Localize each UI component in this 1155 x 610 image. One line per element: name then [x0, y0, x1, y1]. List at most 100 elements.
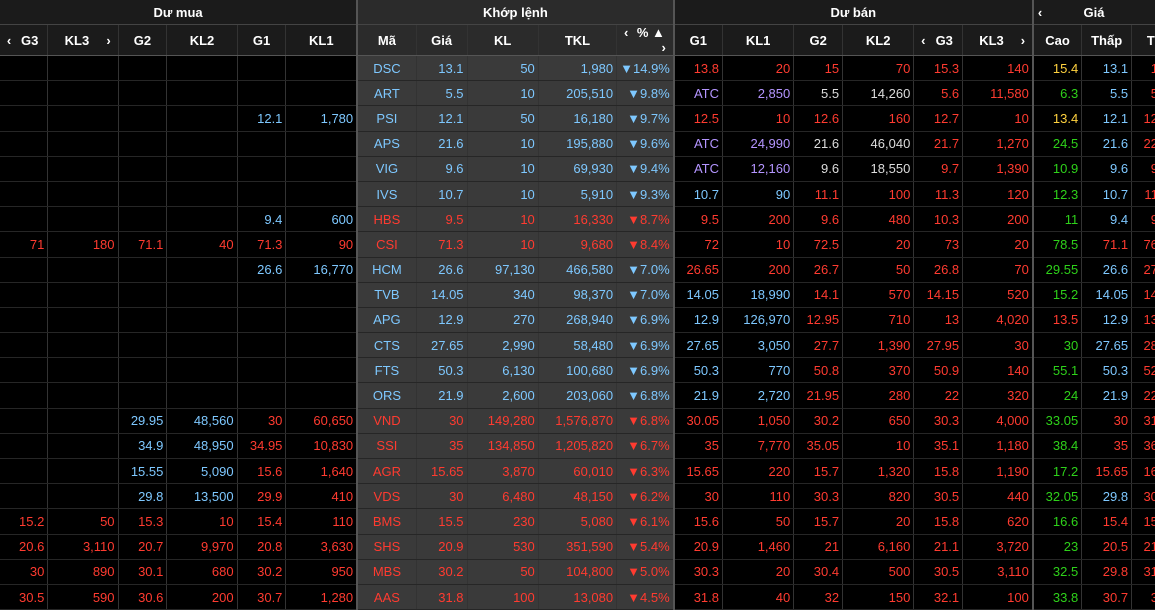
buy-g2 — [118, 105, 168, 132]
col-price-1[interactable]: Thấp — [1081, 24, 1133, 56]
stock-row[interactable]: 71 180 71.1 40 71.3 90 CSI 71.3 10 9,680 ▼8.4% 72 10… — [0, 231, 1155, 258]
stock-symbol[interactable]: VIG — [357, 156, 417, 182]
stock-row[interactable]: 29.8 13,500 29.9 410 VDS 30 6,480 48,150 ▼6.2% 30… — [0, 483, 1155, 510]
col-price-2[interactable]: TB — [1131, 24, 1155, 56]
stock-row[interactable]: 30.5 590 30.6 200 30.7 1,280 AAS 31.8 100 13,080 ▼… — [0, 584, 1155, 610]
col-buy-g2[interactable]: G2 — [118, 24, 168, 56]
stock-symbol[interactable]: BMS — [357, 508, 417, 535]
col-buy-kl3[interactable]: KL3 › — [47, 24, 119, 56]
chevron-left-icon[interactable]: ‹ — [620, 25, 632, 40]
sell-g1: 14.05 — [673, 282, 723, 308]
stock-symbol[interactable]: FTS — [357, 357, 417, 384]
stock-symbol[interactable]: CSI — [357, 231, 417, 258]
stock-row[interactable]: FTS 50.3 6,130 100,680 ▼6.9% 50.3 770 50.8 370 50… — [0, 357, 1155, 384]
stock-symbol[interactable]: IVS — [357, 181, 417, 208]
stock-symbol[interactable]: HBS — [357, 206, 417, 233]
match-price: 9.5 — [416, 206, 468, 233]
stock-row[interactable]: ORS 21.9 2,600 203,060 ▼6.8% 21.9 2,720 21.95 28… — [0, 382, 1155, 409]
chevron-left-icon[interactable]: ‹ — [3, 33, 15, 48]
scroll-left-icon[interactable]: ‹ — [1038, 5, 1050, 20]
price-low: 13.1 — [1081, 55, 1133, 82]
stock-row[interactable]: 9.4 600 HBS 9.5 10 16,330 ▼8.7% 9.5 200 9.6 480 10.… — [0, 206, 1155, 233]
price-high: 15.4 — [1032, 55, 1083, 82]
stock-symbol[interactable]: MBS — [357, 559, 417, 585]
col-buy-kl1[interactable]: KL1 — [285, 24, 359, 56]
stock-row[interactable]: 15.55 5,090 15.6 1,640 AGR 15.65 3,870 60,010 ▼6… — [0, 458, 1155, 485]
stock-symbol[interactable]: APG — [357, 307, 417, 334]
col-buy-g1[interactable]: G1 — [237, 24, 287, 56]
sell-g2: 21.6 — [793, 131, 844, 157]
stock-symbol[interactable]: HCM — [357, 257, 417, 283]
buy-kl1 — [285, 80, 359, 107]
change-percent: ▼6.9% — [616, 332, 675, 359]
buy-g3 — [0, 105, 49, 132]
col-buy-g3[interactable]: ‹ G3 — [0, 24, 49, 56]
buy-kl2: 9,970 — [166, 534, 238, 560]
col-match-3[interactable]: TKL — [538, 24, 618, 56]
stock-symbol[interactable]: ORS — [357, 382, 417, 409]
col-match-0[interactable]: Mã — [357, 24, 417, 56]
stock-row[interactable]: IVS 10.7 10 5,910 ▼9.3% 10.7 90 11.1 100 11.3 120 1… — [0, 181, 1155, 208]
col-sell-kl1[interactable]: KL1 — [722, 24, 795, 56]
price-low: 26.6 — [1081, 257, 1133, 283]
stock-row[interactable]: 29.95 48,560 30 60,650 VND 30 149,280 1,576,870… — [0, 408, 1155, 434]
col-sell-g1[interactable]: G1 — [673, 24, 723, 56]
buy-kl2 — [166, 55, 238, 82]
col-sell-kl3[interactable]: KL3 › — [962, 24, 1034, 56]
stock-row[interactable]: ART 5.5 10 205,510 ▼9.8% ATC 2,850 5.5 14,260 5.6… — [0, 80, 1155, 107]
sell-g2: 12.6 — [793, 105, 844, 132]
stock-row[interactable]: APG 12.9 270 268,940 ▼6.9% 12.9 126,970 12.95 71… — [0, 307, 1155, 334]
stock-row[interactable]: VIG 9.6 10 69,930 ▼9.4% ATC 12,160 9.6 18,550 9.7… — [0, 156, 1155, 182]
col-buy-kl2[interactable]: KL2 — [166, 24, 238, 56]
sell-g1: 31.8 — [673, 584, 723, 610]
stock-row[interactable]: 15.2 50 15.3 10 15.4 110 BMS 15.5 230 5,080 ▼6.1% 1… — [0, 508, 1155, 535]
stock-symbol[interactable]: TVB — [357, 282, 417, 308]
stock-row[interactable]: 30 890 30.1 680 30.2 950 MBS 30.2 50 104,800 ▼5.0%… — [0, 559, 1155, 585]
stock-symbol[interactable]: VND — [357, 408, 417, 434]
stock-symbol[interactable]: ART — [357, 80, 417, 107]
col-sell-kl2[interactable]: KL2 — [842, 24, 915, 56]
chevron-right-icon[interactable]: › — [1017, 33, 1029, 48]
stock-symbol[interactable]: PSI — [357, 105, 417, 132]
stock-row[interactable]: 12.1 1,780 PSI 12.1 50 16,180 ▼9.7% 12.5 10 12.6 1… — [0, 105, 1155, 132]
stock-symbol[interactable]: APS — [357, 131, 417, 157]
col-match-1[interactable]: Giá — [416, 24, 468, 56]
buy-kl1 — [285, 131, 359, 157]
stock-symbol[interactable]: AAS — [357, 584, 417, 610]
stock-row[interactable]: 34.9 48,950 34.95 10,830 SSI 35 134,850 1,205,8… — [0, 433, 1155, 460]
stock-symbol[interactable]: CTS — [357, 332, 417, 359]
price-high: 24 — [1032, 382, 1083, 409]
stock-row[interactable]: 26.6 16,770 HCM 26.6 97,130 466,580 ▼7.0% 26.65… — [0, 257, 1155, 283]
sell-kl1: 20 — [722, 559, 795, 585]
stock-row[interactable]: APS 21.6 10 195,880 ▼9.6% ATC 24,990 21.6 46,040… — [0, 131, 1155, 157]
col-sell-g3[interactable]: ‹ G3 — [913, 24, 964, 56]
stock-symbol[interactable]: VDS — [357, 483, 417, 510]
stock-row[interactable]: TVB 14.05 340 98,370 ▼7.0% 14.05 18,990 14.1 570… — [0, 282, 1155, 308]
stock-row[interactable]: CTS 27.65 2,990 58,480 ▼6.9% 27.65 3,050 27.7 1,… — [0, 332, 1155, 359]
chevron-right-icon[interactable]: › — [103, 33, 115, 48]
stock-symbol[interactable]: SSI — [357, 433, 417, 460]
buy-kl2 — [166, 131, 238, 157]
chevron-right-icon[interactable]: › — [658, 40, 670, 55]
stock-symbol[interactable]: SHS — [357, 534, 417, 560]
buy-g1: 71.3 — [237, 231, 287, 258]
stock-row[interactable]: 20.6 3,110 20.7 9,970 20.8 3,630 SHS 20.9 530 351… — [0, 534, 1155, 560]
price-average: 22.21 — [1131, 131, 1155, 157]
total-volume: 16,180 — [538, 105, 618, 132]
col-sell-g2[interactable]: G2 — [793, 24, 844, 56]
sell-kl2: 50 — [842, 257, 915, 283]
col-match-2[interactable]: KL — [467, 24, 539, 56]
stock-row[interactable]: DSC 13.1 50 1,980 ▼14.9% 13.8 20 15 70 15.3 140 15.… — [0, 55, 1155, 82]
stock-symbol[interactable]: DSC — [357, 55, 417, 82]
chevron-left-icon[interactable]: ‹ — [917, 33, 929, 48]
buy-g2 — [118, 282, 168, 308]
sell-g1: 72 — [673, 231, 723, 258]
price-high: 6.3 — [1032, 80, 1083, 107]
sell-g1: 27.65 — [673, 332, 723, 359]
buy-g1 — [237, 332, 287, 359]
column-label: % ▲ — [636, 25, 665, 40]
stock-symbol[interactable]: AGR — [357, 458, 417, 485]
col-price-0[interactable]: Cao — [1032, 24, 1083, 56]
sell-g3: 32.1 — [913, 584, 964, 610]
col-match-4[interactable]: ‹ % ▲ › — [616, 24, 675, 56]
